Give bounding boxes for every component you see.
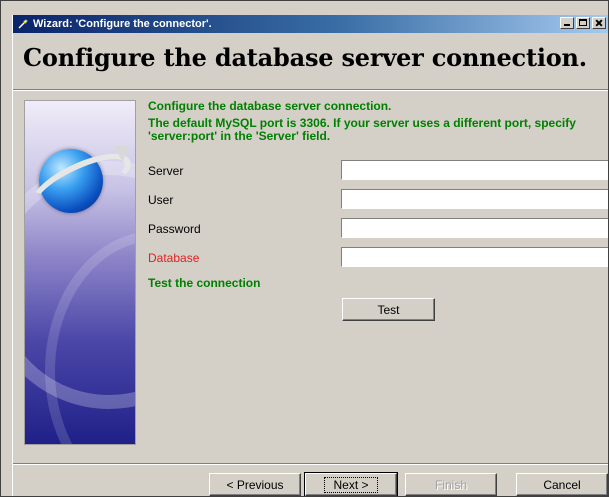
cancel-button[interactable]: Cancel	[516, 473, 608, 496]
finish-button-label: Finish	[434, 477, 467, 492]
wizard-window: Wizard: 'Configure the connector'. Confi…	[0, 0, 609, 497]
previous-button[interactable]: < Previous	[209, 473, 301, 496]
test-button[interactable]: Test	[342, 298, 435, 321]
window-title: Wizard: 'Configure the connector'.	[33, 18, 212, 30]
window-edge	[12, 15, 13, 496]
previous-button-label: < Previous	[226, 477, 284, 492]
server-label: Server	[148, 164, 184, 178]
password-label: Password	[148, 222, 201, 236]
next-button[interactable]: Next >	[304, 472, 398, 496]
minimize-button[interactable]	[560, 17, 574, 29]
port-note: The default MySQL port is 3306. If your …	[148, 116, 576, 143]
database-input[interactable]	[341, 247, 608, 267]
page-title: Configure the database server connection…	[23, 43, 587, 72]
intro-text: Configure the database server connection…	[148, 99, 392, 113]
wizard-icon	[17, 18, 29, 30]
title-bar[interactable]: Wizard: 'Configure the connector'.	[13, 15, 608, 33]
globe-orbit-illustration	[24, 100, 136, 445]
header-divider	[13, 89, 608, 91]
test-connection-heading: Test the connection	[148, 276, 261, 290]
cancel-button-label: Cancel	[543, 477, 581, 492]
user-label: User	[148, 193, 174, 207]
next-button-label: Next >	[324, 476, 378, 493]
database-label: Database	[148, 251, 200, 265]
maximize-button[interactable]	[576, 17, 590, 29]
server-input[interactable]	[341, 160, 608, 180]
footer-divider	[13, 463, 608, 465]
close-button[interactable]	[592, 17, 606, 29]
header-panel: Configure the database server connection…	[13, 33, 608, 87]
window-controls	[558, 17, 606, 29]
user-input[interactable]	[341, 189, 608, 209]
password-input[interactable]	[341, 218, 608, 238]
finish-button[interactable]: Finish	[405, 473, 497, 496]
